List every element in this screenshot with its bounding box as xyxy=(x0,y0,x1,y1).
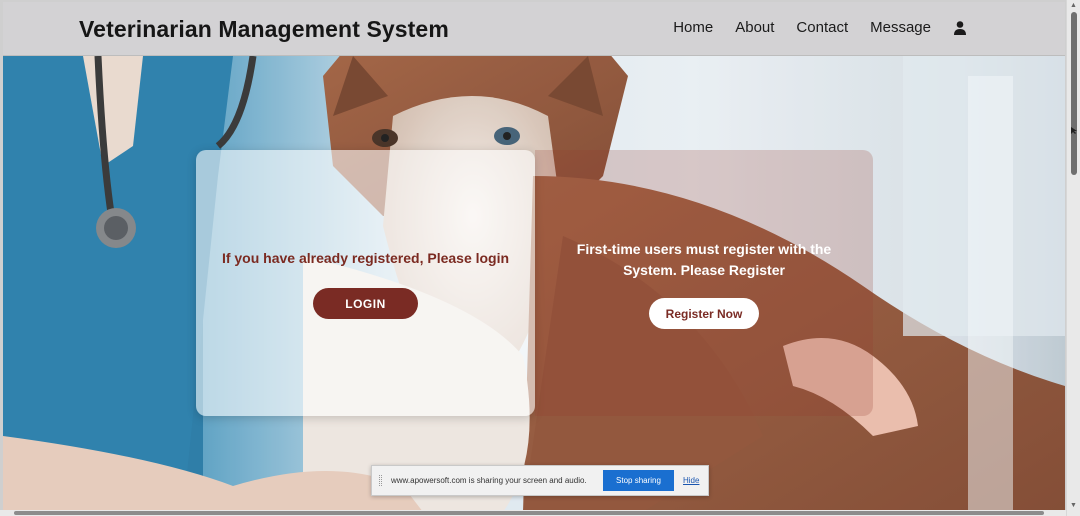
site-brand[interactable]: Veterinarian Management System xyxy=(79,16,449,43)
mouse-cursor-icon xyxy=(1071,127,1077,134)
navbar: Veterinarian Management System Home Abou… xyxy=(3,2,1065,56)
nav-links: Home About Contact Message xyxy=(673,19,931,36)
hide-link[interactable]: Hide xyxy=(683,476,699,485)
login-button[interactable]: LOGIN xyxy=(313,288,418,319)
nav-link-about[interactable]: About xyxy=(735,19,774,36)
horizontal-scroll-thumb[interactable] xyxy=(14,511,1044,515)
login-prompt-text: If you have already registered, Please l… xyxy=(221,250,510,266)
screen-share-bar: www.apowersoft.com is sharing your scree… xyxy=(371,465,709,496)
register-panel: First-time users must register with the … xyxy=(535,150,873,416)
stop-sharing-button[interactable]: Stop sharing xyxy=(603,470,674,491)
register-prompt-text: First-time users must register with the … xyxy=(576,241,832,278)
vertical-scrollbar[interactable]: ▲ ▼ xyxy=(1066,0,1080,516)
user-icon[interactable] xyxy=(953,20,967,36)
scroll-up-arrow-icon[interactable]: ▲ xyxy=(1070,2,1077,9)
register-now-button[interactable]: Register Now xyxy=(649,298,759,329)
scroll-down-arrow-icon[interactable]: ▼ xyxy=(1070,502,1077,509)
login-panel: If you have already registered, Please l… xyxy=(196,150,535,416)
share-status-text: www.apowersoft.com is sharing your scree… xyxy=(391,476,587,485)
horizontal-scrollbar[interactable] xyxy=(0,510,1066,516)
vertical-scroll-thumb[interactable] xyxy=(1071,12,1077,175)
nav-link-message[interactable]: Message xyxy=(870,19,931,36)
nav-link-contact[interactable]: Contact xyxy=(796,19,848,36)
drag-handle-icon[interactable] xyxy=(379,475,382,486)
nav-link-home[interactable]: Home xyxy=(673,19,713,36)
browser-window: Veterinarian Management System Home Abou… xyxy=(0,0,1080,516)
